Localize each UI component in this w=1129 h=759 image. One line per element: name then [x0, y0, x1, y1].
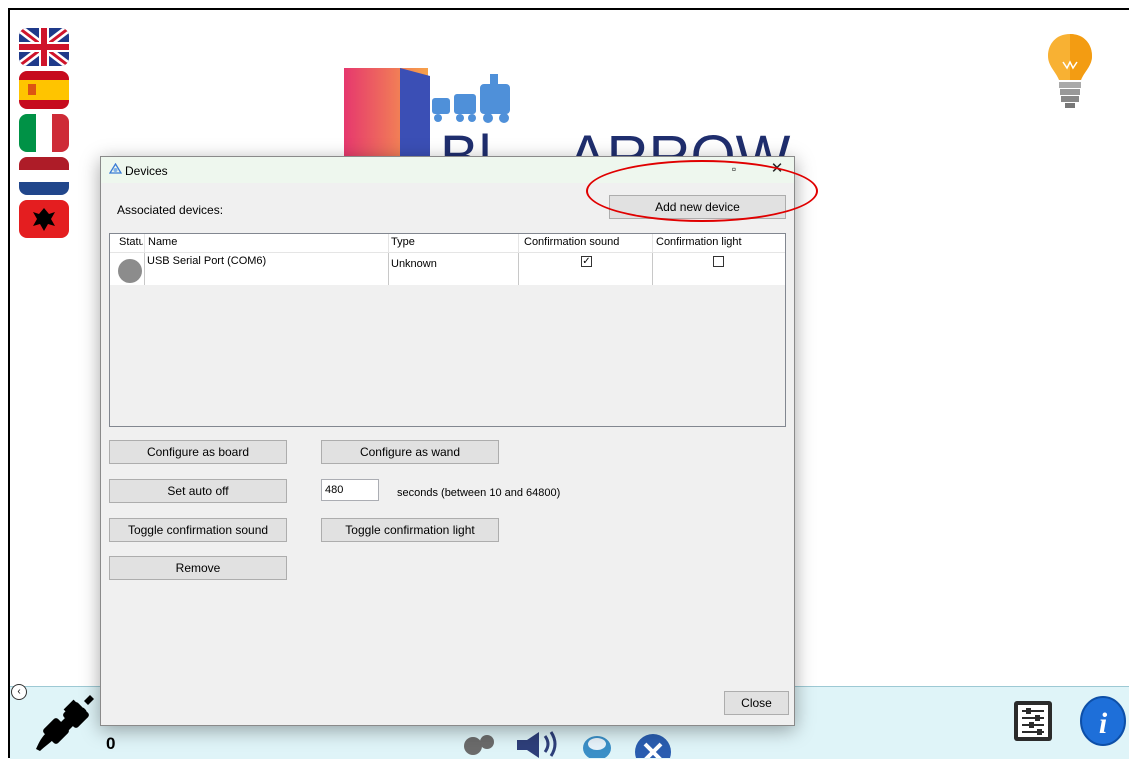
- plug-disconnected-icon[interactable]: [32, 695, 94, 751]
- maximize-button[interactable]: ▫: [726, 161, 742, 177]
- dialog-title: Devices: [125, 164, 168, 178]
- uk-flag-icon[interactable]: [19, 28, 69, 66]
- auto-off-seconds-input[interactable]: [321, 479, 379, 501]
- toggle-confirmation-sound-button[interactable]: Toggle confirmation sound: [109, 518, 287, 542]
- column-header-name[interactable]: Name: [148, 236, 177, 248]
- dialog-titlebar[interactable]: Devices ▫ ✕: [101, 157, 794, 183]
- remove-button[interactable]: Remove: [109, 556, 287, 580]
- device-type: Unknown: [389, 253, 519, 285]
- confirmation-sound-checkbox[interactable]: ✓: [581, 256, 592, 267]
- table-header: Status Name Type Confirmation sound Conf…: [110, 234, 785, 253]
- device-counter: 0: [106, 734, 116, 753]
- albania-flag-icon[interactable]: [19, 200, 69, 238]
- configure-as-board-button[interactable]: Configure as board: [109, 440, 287, 464]
- seconds-range-label: seconds (between 10 and 64800): [397, 487, 561, 499]
- confirmation-light-checkbox[interactable]: [713, 256, 724, 267]
- collapse-chevron-icon[interactable]: ‹: [11, 684, 27, 700]
- devices-dialog: Devices ▫ ✕ Associated devices: Add new …: [100, 156, 795, 726]
- column-header-status[interactable]: Status: [119, 236, 143, 248]
- toggle-confirmation-light-button[interactable]: Toggle confirmation light: [321, 518, 499, 542]
- netherlands-flag-icon[interactable]: [19, 157, 69, 195]
- confirmation-light-cell: [653, 253, 785, 285]
- app-window-icon: [109, 163, 122, 174]
- gamepad-icon: [635, 734, 671, 758]
- settings-sliders-icon[interactable]: [1014, 701, 1052, 741]
- set-auto-off-button[interactable]: Set auto off: [109, 479, 287, 503]
- add-new-device-button[interactable]: Add new device: [609, 195, 786, 219]
- speaker-icon: [517, 731, 557, 758]
- confirmation-sound-cell: ✓: [519, 253, 653, 285]
- column-header-confirmation-sound[interactable]: Confirmation sound: [524, 236, 619, 248]
- close-button[interactable]: Close: [724, 691, 789, 715]
- column-header-type[interactable]: Type: [391, 236, 415, 248]
- italy-flag-icon[interactable]: [19, 114, 69, 152]
- spain-flag-icon[interactable]: [19, 71, 69, 109]
- gears-icon: [464, 735, 494, 755]
- table-row[interactable]: USB Serial Port (COM6) Unknown ✓: [110, 253, 785, 285]
- device-name: USB Serial Port (COM6): [145, 253, 389, 285]
- associated-devices-label: Associated devices:: [117, 203, 224, 217]
- lightbulb-icon[interactable]: [1045, 32, 1095, 112]
- column-header-confirmation-light[interactable]: Confirmation light: [656, 236, 742, 248]
- devices-table: Status Name Type Confirmation sound Conf…: [109, 233, 786, 427]
- info-icon[interactable]: i: [1080, 696, 1126, 746]
- bottom-center-icons: [464, 731, 671, 758]
- dialog-close-icon[interactable]: ✕: [768, 160, 786, 178]
- status-cell: [110, 253, 145, 285]
- svg-text:i: i: [1099, 707, 1108, 740]
- configure-as-wand-button[interactable]: Configure as wand: [321, 440, 499, 464]
- status-indicator: [118, 259, 142, 283]
- cup-icon: [583, 736, 611, 758]
